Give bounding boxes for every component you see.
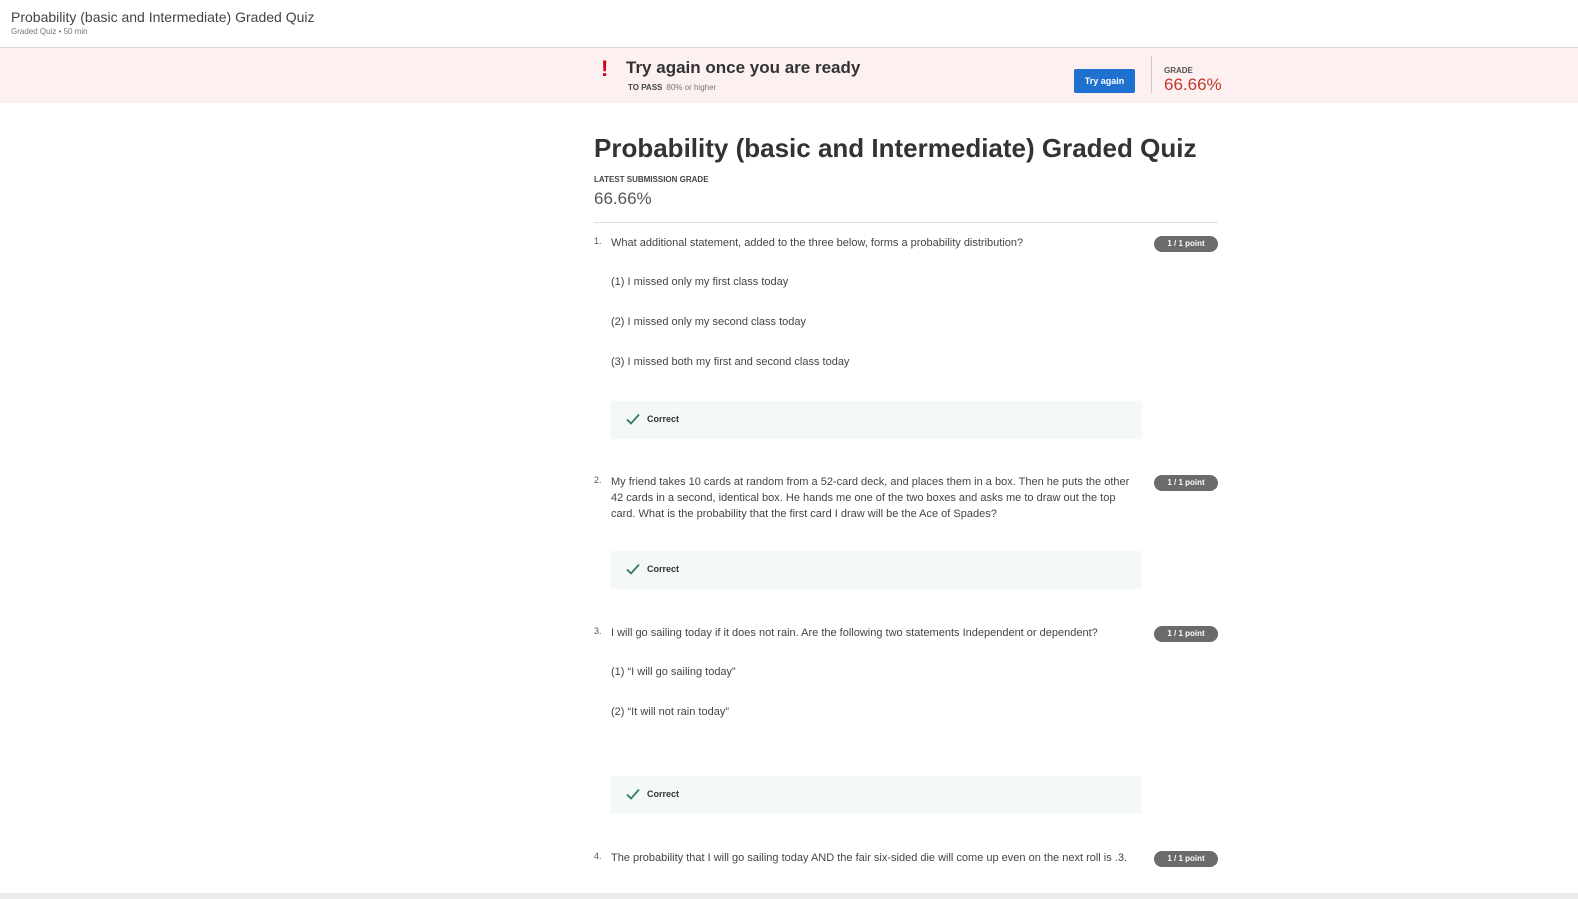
points-badge: 1 / 1 point (1154, 475, 1218, 491)
latest-grade-label: LATEST SUBMISSION GRADE (594, 175, 709, 184)
question-statement: (2) I missed only my second class today (611, 316, 807, 328)
points-badge: 1 / 1 point (1154, 626, 1218, 642)
grade-label: GRADE (1164, 66, 1193, 75)
divider (594, 222, 1218, 223)
exclamation-icon: ! (601, 56, 609, 81)
latest-grade-value: 66.66% (594, 189, 652, 208)
quiz-title: Probability (basic and Intermediate) Gra… (594, 133, 1197, 163)
pass-label: TO PASS (628, 83, 663, 92)
retry-banner: ! Try again once you are ready TO PASS 80… (0, 48, 1578, 103)
feedback-label: Correct (647, 789, 680, 799)
try-again-button[interactable]: Try again (1074, 69, 1135, 93)
question-statement: (1) “I will go sailing today” (611, 666, 736, 678)
top-bar: Probability (basic and Intermediate) Gra… (0, 0, 1578, 48)
bottom-strip (0, 893, 1578, 899)
feedback-label: Correct (647, 414, 680, 424)
page-title: Probability (basic and Intermediate) Gra… (11, 9, 315, 25)
checkmark-icon (626, 563, 640, 575)
question-text: I will go sailing today if it does not r… (611, 627, 1098, 639)
question-number: 2. (594, 475, 602, 485)
question-text: What additional statement, added to the … (611, 237, 1024, 249)
question-number: 3. (594, 626, 602, 636)
points-badge: 1 / 1 point (1154, 236, 1218, 252)
feedback-correct: Correct (610, 776, 1142, 814)
question-number: 4. (594, 851, 602, 861)
banner-title: Try again once you are ready (626, 58, 861, 77)
pass-requirement: TO PASS 80% or higher (628, 83, 716, 92)
feedback-correct: Correct (610, 401, 1142, 439)
question-statement: (2) “It will not rain today” (611, 706, 729, 718)
feedback-label: Correct (647, 564, 680, 574)
question-text: The probability that I will go sailing t… (611, 852, 1128, 864)
banner-divider (1151, 56, 1152, 93)
feedback-correct: Correct (610, 551, 1142, 589)
page-subtitle: Graded Quiz • 50 min (11, 27, 88, 36)
points-badge: 1 / 1 point (1154, 851, 1218, 867)
question-number: 1. (594, 236, 602, 246)
pass-value: 80% or higher (666, 83, 717, 92)
question-statement: (3) I missed both my first and second cl… (611, 356, 850, 368)
question-text: My friend takes 10 cards at random from … (611, 476, 1130, 520)
checkmark-icon (626, 413, 640, 425)
question-statement: (1) I missed only my first class today (611, 276, 789, 288)
checkmark-icon (626, 788, 640, 800)
grade-value: 66.66% (1164, 75, 1222, 94)
